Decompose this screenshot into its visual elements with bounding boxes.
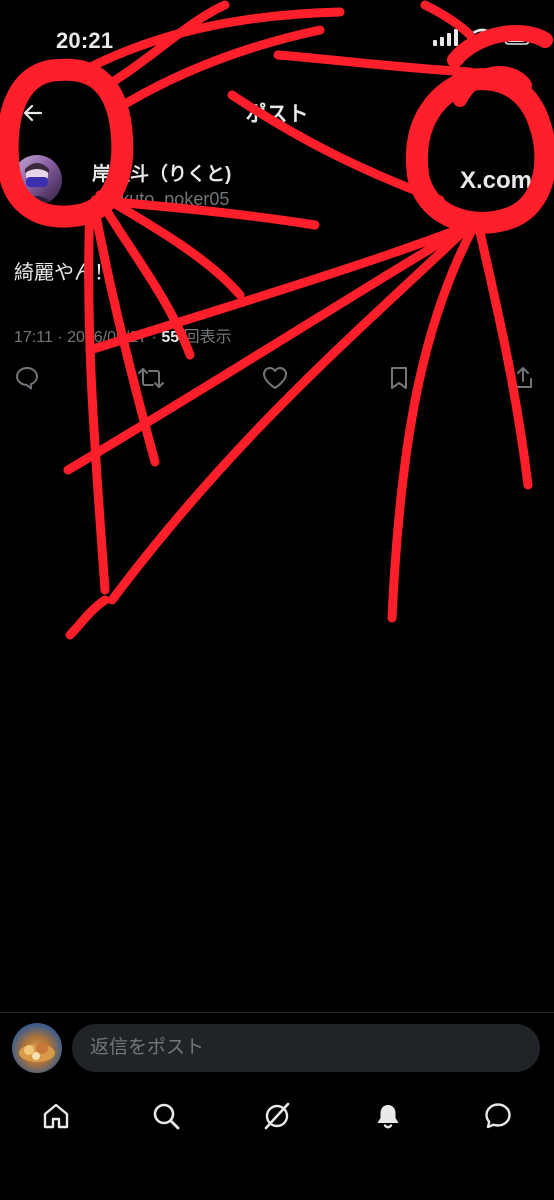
wifi-icon	[470, 28, 494, 51]
tab-notifications[interactable]	[370, 1100, 406, 1136]
reply-input[interactable]	[72, 1024, 540, 1072]
author-name[interactable]: 岸陸斗（りくと)	[92, 159, 231, 186]
bottom-tab-bar	[0, 1088, 554, 1148]
page-title: ポスト	[245, 103, 309, 126]
bookmark-button[interactable]	[384, 365, 414, 395]
grok-icon	[261, 1100, 293, 1137]
reply-composer	[0, 1012, 554, 1088]
tab-grok[interactable]	[259, 1100, 295, 1136]
source-label: X.com	[459, 167, 532, 194]
tab-home[interactable]	[38, 1100, 74, 1136]
tab-search[interactable]	[148, 1100, 184, 1136]
message-bubble-icon	[483, 1101, 513, 1136]
tab-messages[interactable]	[480, 1100, 516, 1136]
views-label: 回表示	[179, 329, 232, 346]
post-meta: 17:11 · 2026/09/27 · 55 回表示	[14, 323, 232, 347]
status-time: 20:21	[56, 28, 114, 53]
share-button[interactable]	[508, 365, 538, 395]
share-icon	[511, 365, 535, 396]
home-icon	[41, 1101, 71, 1136]
repost-button[interactable]	[136, 365, 166, 395]
reply-button[interactable]	[12, 365, 42, 395]
bell-icon	[373, 1101, 403, 1136]
search-icon	[151, 1101, 181, 1136]
author-avatar[interactable]	[12, 155, 62, 205]
views-count[interactable]: 55	[161, 329, 179, 346]
my-avatar[interactable]	[12, 1023, 62, 1073]
post-header: ポスト	[0, 86, 554, 144]
status-bar: 20:21	[0, 0, 554, 72]
heart-icon	[261, 365, 289, 396]
post-text: 綺麗やん！	[14, 262, 114, 284]
author-handle[interactable]: @rikuto_poker05	[92, 189, 229, 210]
bookmark-icon	[387, 365, 411, 396]
post-actions	[0, 365, 554, 399]
status-icons	[432, 28, 534, 51]
like-button[interactable]	[260, 365, 290, 395]
post-timestamp: 17:11 · 2026/09/27 ·	[14, 329, 162, 346]
repost-icon	[137, 365, 165, 396]
speech-bubble-icon	[14, 365, 40, 396]
battery-icon	[504, 29, 534, 50]
signal-icon	[432, 28, 460, 51]
